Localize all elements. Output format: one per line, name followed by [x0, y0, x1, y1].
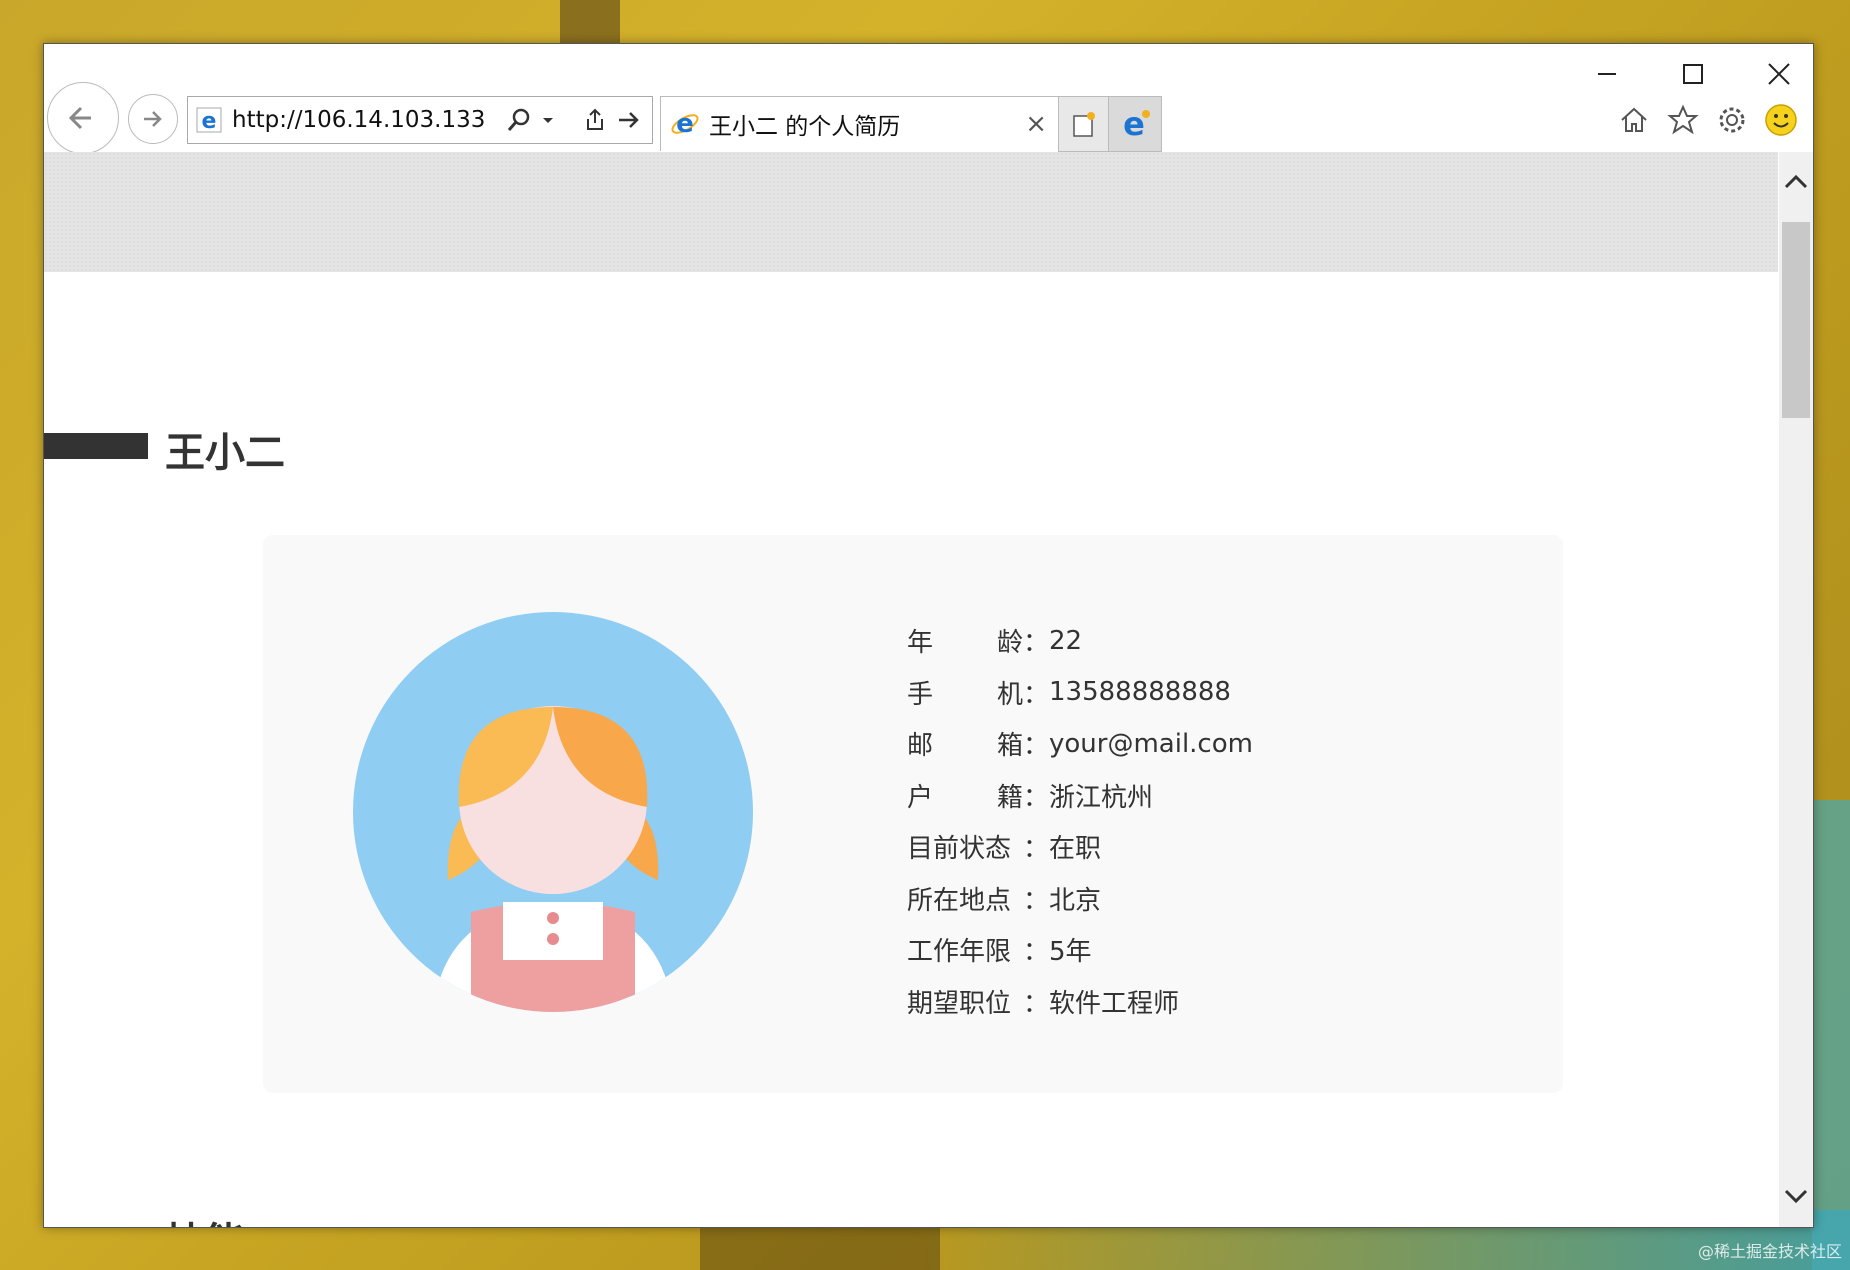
info-value: 浙江杭州	[1049, 782, 1154, 813]
header-banner	[44, 152, 1778, 272]
info-row-status: 目前状态 ： 在职	[907, 821, 1253, 873]
tab-resume[interactable]: e 王小二 的个人简历 ×	[660, 96, 1060, 151]
vertical-scrollbar[interactable]	[1779, 152, 1813, 1227]
browser-window: e http://106.14.103.133 e 王小二 的个人简历 × e	[43, 43, 1814, 1228]
maximize-icon	[1683, 64, 1703, 84]
scrollbar-thumb[interactable]	[1782, 222, 1810, 418]
smiley-icon	[1765, 104, 1797, 136]
ie-icon: e	[196, 107, 222, 134]
skills-heading: 技能	[165, 1210, 245, 1227]
info-colon: ：	[1023, 988, 1050, 1019]
feedback-button[interactable]	[1761, 100, 1801, 140]
ie-icon: e	[671, 109, 699, 139]
favorites-button[interactable]	[1663, 100, 1703, 140]
chevron-down-icon	[1784, 1189, 1808, 1204]
new-tab-button[interactable]	[1058, 96, 1110, 152]
info-row-hometown: 户籍 ： 浙江杭州	[907, 770, 1253, 822]
tab-title: 王小二 的个人简历	[709, 114, 901, 140]
share-icon[interactable]	[582, 107, 608, 133]
maximize-button[interactable]	[1658, 54, 1728, 94]
info-label: 邮箱	[907, 731, 1023, 762]
page-viewport: 王小二 年龄 ： 22 手 机 ： 13588888888 邮 箱 ： your…	[44, 152, 1778, 1227]
info-label: 手机	[907, 679, 1023, 710]
edge-button[interactable]: e	[1108, 96, 1162, 152]
home-icon	[1621, 107, 1647, 132]
address-bar[interactable]: e http://106.14.103.133	[187, 96, 653, 144]
svg-text:e: e	[676, 109, 694, 139]
info-label: 目前状态	[907, 834, 1012, 865]
info-value: 13588888888	[1049, 677, 1231, 708]
info-label: 所在地点	[907, 885, 1012, 916]
info-row-phone: 手机 ： 13588888888	[907, 667, 1253, 719]
tab-close-button[interactable]: ×	[1025, 109, 1047, 139]
watermark: @稀土掘金技术社区	[1697, 1242, 1842, 1261]
svg-text:e: e	[202, 109, 217, 134]
forward-arrow-icon	[144, 111, 162, 127]
name-heading: 王小二	[165, 430, 285, 476]
background-streak	[700, 1226, 940, 1270]
info-value: 22	[1049, 625, 1083, 656]
minimize-icon	[1598, 73, 1616, 75]
info-row-email: 邮箱 ： your@mail.com	[907, 718, 1253, 770]
info-label: 户籍	[907, 782, 1023, 813]
info-value: 在职	[1049, 834, 1102, 865]
info-label: 年龄	[907, 628, 1023, 659]
info-value: 北京	[1049, 885, 1102, 916]
scroll-down-button[interactable]	[1779, 1176, 1813, 1216]
go-icon[interactable]	[616, 107, 642, 133]
favorites-icon	[1667, 104, 1699, 135]
info-colon: ：	[1023, 679, 1050, 710]
forward-button[interactable]	[128, 94, 178, 144]
info-colon: ：	[1023, 782, 1050, 813]
settings-button[interactable]	[1712, 100, 1752, 140]
svg-text:e: e	[1123, 107, 1145, 141]
info-label: 期望职位	[907, 988, 1012, 1019]
background-streak	[1812, 800, 1850, 1270]
info-row-position: 期望职位 ： 软件工程师	[907, 976, 1253, 1028]
info-row-location: 所在地点 ： 北京	[907, 873, 1253, 925]
info-value: 软件工程师	[1049, 988, 1180, 1019]
close-icon	[1768, 63, 1790, 85]
info-colon: ：	[1023, 834, 1050, 865]
info-row-age: 年龄 ： 22	[907, 615, 1253, 667]
home-button[interactable]	[1614, 100, 1654, 140]
edge-icon: e	[1123, 107, 1150, 141]
settings-icon	[1719, 107, 1745, 133]
info-colon: ：	[1023, 937, 1050, 968]
info-label: 工作年限	[907, 937, 1012, 968]
section-bar	[44, 433, 148, 459]
address-url[interactable]: http://106.14.103.133	[232, 107, 506, 133]
info-row-experience: 工作年限 ： 5年	[907, 924, 1253, 976]
search-icon[interactable]	[506, 107, 532, 133]
profile-card: 年龄 ： 22 手机 ： 13588888888 邮箱 ： your@mail.…	[263, 535, 1563, 1093]
browser-toolbar: e http://106.14.103.133 e 王小二 的个人简历 × e	[44, 44, 1813, 154]
avatar	[353, 612, 753, 1012]
info-colon: ：	[1023, 885, 1050, 916]
profile-info: 年龄 ： 22 手机 ： 13588888888 邮箱 ： your@mail.…	[907, 615, 1253, 1027]
info-value: your@mail.com	[1049, 728, 1253, 759]
dropdown-icon[interactable]	[540, 112, 556, 128]
back-button[interactable]	[47, 82, 119, 154]
back-arrow-icon	[68, 106, 91, 130]
close-window-button[interactable]	[1744, 54, 1813, 94]
info-value: 5年	[1049, 937, 1092, 968]
scroll-up-button[interactable]	[1779, 162, 1813, 202]
info-colon: ：	[1023, 731, 1050, 762]
background-streak	[560, 0, 620, 44]
chevron-up-icon	[1784, 174, 1808, 189]
info-colon: ：	[1023, 628, 1050, 659]
new-tab-icon	[1073, 112, 1095, 137]
minimize-button[interactable]	[1572, 54, 1642, 94]
